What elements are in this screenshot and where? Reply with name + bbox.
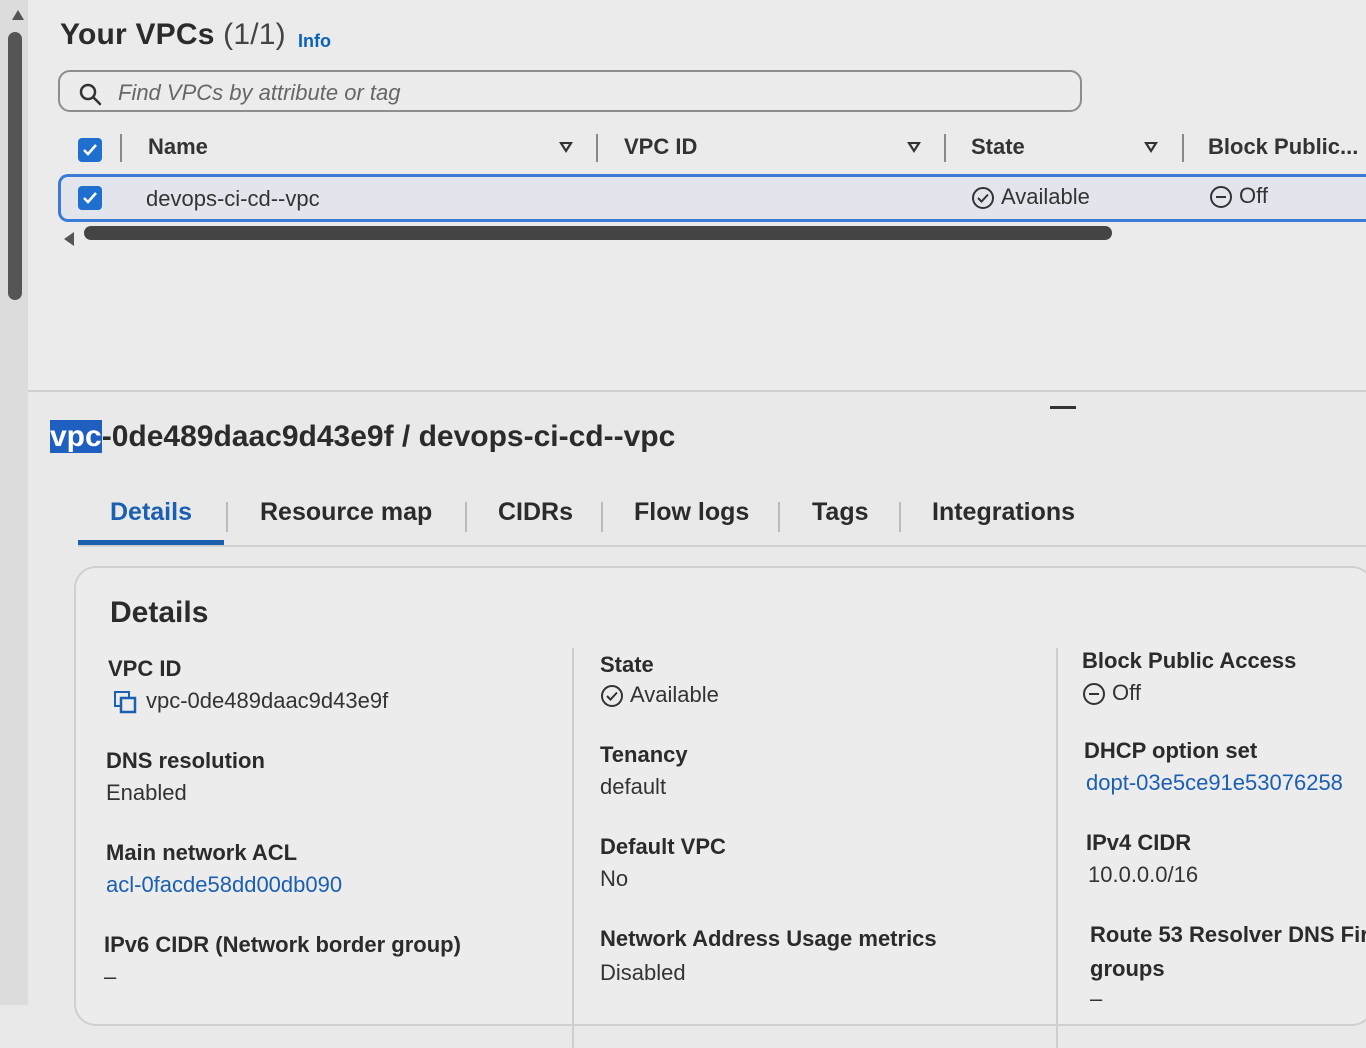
- ipv4-cidr-value: 10.0.0.0/16: [1088, 862, 1199, 887]
- detail-title: vpc-0de489daac9d43e9f / devops-ci-cd--vp…: [50, 420, 675, 454]
- card-title: Details: [110, 596, 209, 629]
- vpc-id-value: vpc-0de489daac9d43e9f: [112, 688, 388, 715]
- bpa-value-text: Off: [1112, 680, 1141, 705]
- tab-divider: [601, 502, 603, 532]
- check-circle-icon: [601, 685, 623, 708]
- checkmark-icon: [83, 144, 97, 156]
- scrollbar-thumb[interactable]: [8, 32, 22, 300]
- nau-metrics-label: Network Address Usage metrics: [600, 926, 937, 951]
- sort-down-icon[interactable]: [1144, 142, 1158, 153]
- scroll-left-arrow-icon[interactable]: [64, 232, 74, 246]
- split-panel-divider[interactable]: [28, 390, 1366, 392]
- vertical-scrollbar[interactable]: [0, 0, 28, 1005]
- default-vpc-value: No: [600, 866, 629, 891]
- column-divider: [120, 134, 122, 162]
- search-icon: [79, 83, 102, 106]
- tab-flow-logs[interactable]: Flow logs: [634, 498, 749, 527]
- ipv6-cidr-value: –: [104, 964, 117, 989]
- dns-resolution-value: Enabled: [106, 780, 187, 805]
- details-card: Details VPC ID vpc-0de489daac9d43e9f DNS…: [74, 566, 1366, 1048]
- tab-details[interactable]: Details: [110, 498, 192, 527]
- bpa-label: Block Public Access: [1082, 648, 1297, 673]
- scroll-up-arrow-icon[interactable]: [12, 10, 24, 20]
- column-divider[interactable]: [596, 134, 598, 162]
- route53-resolver-label-line2: groups: [1090, 956, 1165, 981]
- state-value-text: Available: [630, 682, 719, 707]
- tab-divider: [899, 502, 901, 532]
- search-input[interactable]: [116, 78, 1020, 108]
- tab-tags[interactable]: Tags: [812, 498, 869, 527]
- column-header-block-public[interactable]: Block Public...: [1208, 134, 1358, 160]
- state-text: Available: [1001, 184, 1090, 209]
- copy-icon[interactable]: [112, 689, 138, 715]
- block-public-text: Off: [1239, 183, 1268, 208]
- default-vpc-label: Default VPC: [600, 834, 726, 859]
- main-acl-label: Main network ACL: [106, 840, 298, 865]
- vpc-list-panel: Your VPCs (1/1) Info Name VPC ID State B…: [28, 0, 1366, 392]
- select-all-checkbox[interactable]: [78, 138, 102, 162]
- info-link[interactable]: Info: [298, 31, 331, 52]
- tenancy-label: Tenancy: [600, 742, 688, 767]
- column-divider: [572, 648, 574, 1048]
- row-checkbox[interactable]: [78, 186, 102, 210]
- page-title: Your VPCs (1/1): [60, 18, 286, 52]
- search-box[interactable]: [58, 70, 1082, 112]
- state-value: Available: [600, 682, 719, 708]
- ipv6-cidr-label: IPv6 CIDR (Network border group): [104, 932, 461, 957]
- horizontal-scrollbar[interactable]: [84, 226, 1112, 240]
- tabs-baseline: [78, 545, 1366, 547]
- column-divider: [1056, 648, 1058, 1048]
- dns-resolution-label: DNS resolution: [106, 748, 265, 773]
- column-header-state[interactable]: State: [971, 134, 1025, 160]
- bpa-value: Off: [1082, 680, 1141, 706]
- route53-resolver-label: Route 53 Resolver DNS Fir: [1090, 922, 1366, 947]
- table-row[interactable]: devops-ci-cd--vpc Available Off: [58, 174, 1366, 222]
- block-public-cell: Off: [1209, 183, 1268, 209]
- nau-metrics-value: Disabled: [600, 960, 686, 985]
- dhcp-option-set-label: DHCP option set: [1084, 738, 1258, 763]
- vpc-id-text: vpc-0de489daac9d43e9f: [146, 688, 389, 713]
- tab-cidrs[interactable]: CIDRs: [498, 498, 573, 527]
- vpc-count: (1/1): [223, 18, 286, 51]
- minus-circle-icon: [1210, 186, 1232, 209]
- tab-resource-map[interactable]: Resource map: [260, 498, 432, 527]
- tenancy-value: default: [600, 774, 667, 799]
- column-divider[interactable]: [944, 134, 946, 162]
- collapse-icon[interactable]: [1050, 406, 1076, 409]
- route53-resolver-value: –: [1090, 986, 1103, 1011]
- detail-title-text: -0de489daac9d43e9f / devops-ci-cd--vpc: [101, 420, 676, 453]
- state-label: State: [600, 652, 654, 677]
- vpc-name-cell: devops-ci-cd--vpc: [146, 186, 320, 211]
- detail-title-highlight: vpc: [50, 420, 102, 453]
- checkmark-icon: [83, 192, 97, 204]
- tab-divider: [465, 502, 467, 532]
- minus-circle-icon: [1083, 683, 1105, 706]
- state-cell: Available: [971, 184, 1090, 210]
- column-divider[interactable]: [1182, 134, 1184, 162]
- tab-bar: Details Resource map CIDRs Flow logs Tag…: [78, 490, 1366, 546]
- sort-down-icon[interactable]: [907, 142, 921, 153]
- column-header-name[interactable]: Name: [148, 134, 208, 160]
- tab-divider: [778, 502, 780, 532]
- panel-title-text: Your VPCs: [60, 18, 215, 51]
- sort-down-icon[interactable]: [559, 142, 573, 153]
- check-circle-icon: [972, 187, 994, 210]
- main-acl-link[interactable]: acl-0facde58dd00db090: [106, 872, 342, 898]
- tab-divider: [226, 502, 228, 532]
- tab-integrations[interactable]: Integrations: [932, 498, 1075, 527]
- ipv4-cidr-label: IPv4 CIDR: [1086, 830, 1192, 855]
- vpc-id-label: VPC ID: [108, 656, 182, 681]
- dhcp-option-set-link[interactable]: dopt-03e5ce91e53076258: [1086, 770, 1343, 796]
- column-header-vpc-id[interactable]: VPC ID: [624, 134, 697, 160]
